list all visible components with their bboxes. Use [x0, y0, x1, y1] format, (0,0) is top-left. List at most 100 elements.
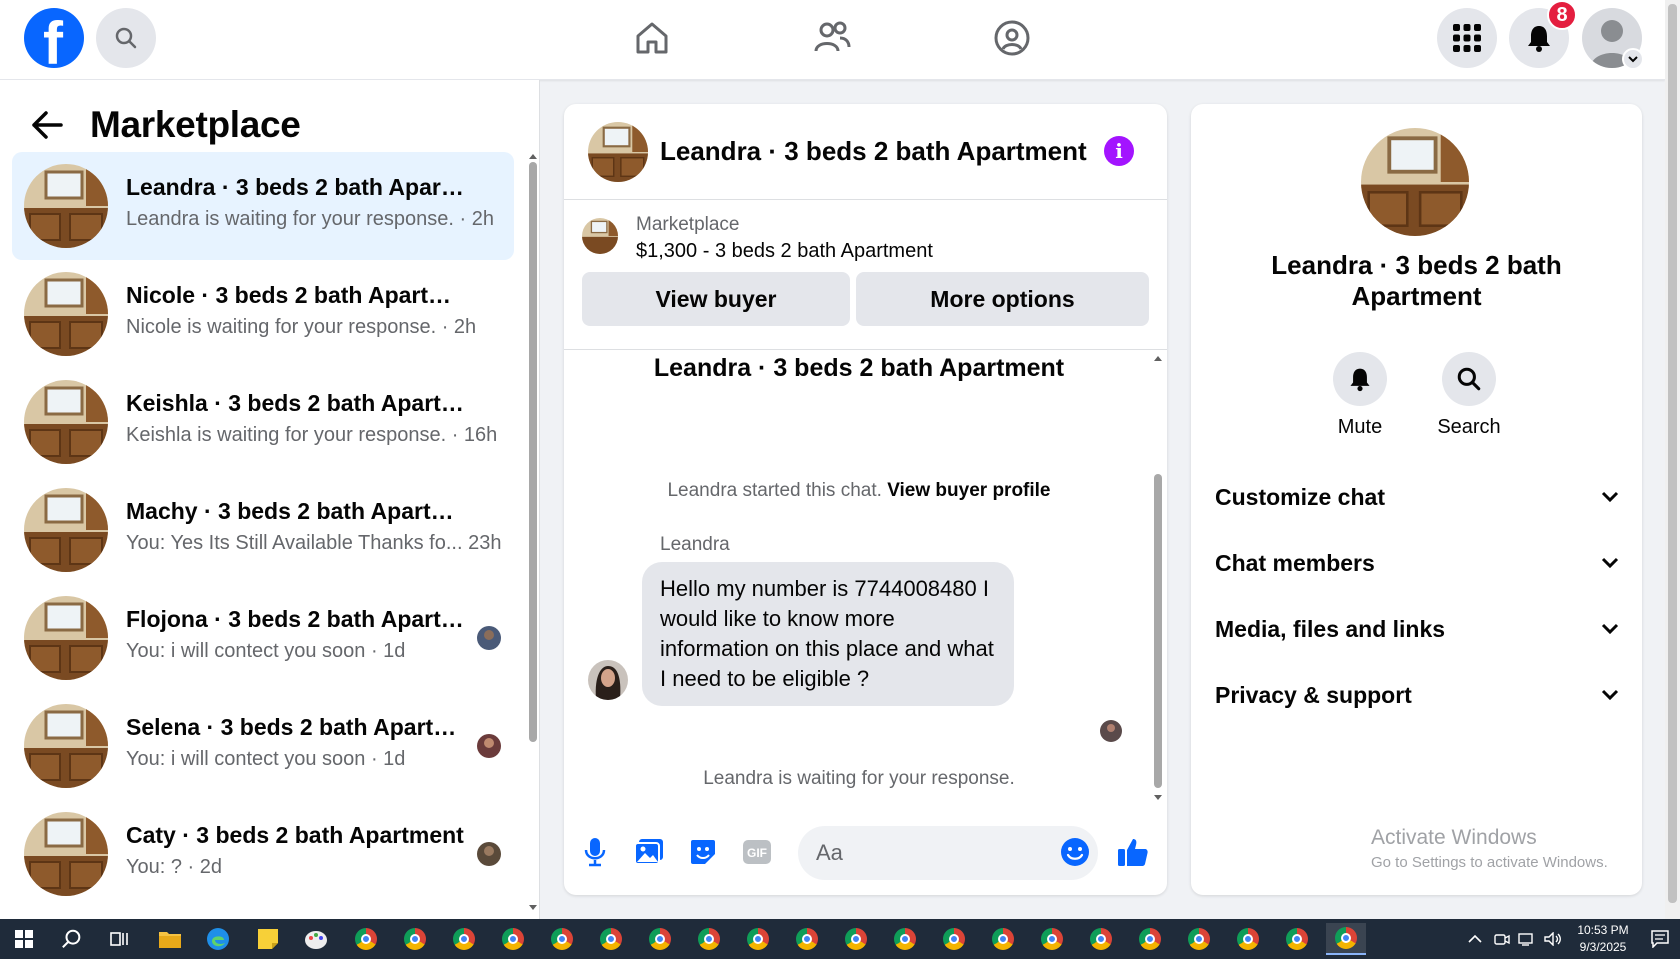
emoji-button[interactable] [1058, 835, 1092, 869]
chrome-window[interactable] [885, 923, 925, 955]
conversation-item[interactable]: Flojona · 3 beds 2 bath Apartm... You: i… [12, 584, 514, 692]
listing-summary: Marketplace $1,300 - 3 beds 2 bath Apart… [564, 200, 1167, 350]
chrome-window[interactable] [1081, 923, 1121, 955]
conversation-name: Keishla · 3 beds 2 bath Apartment [126, 390, 466, 416]
chat-thumbnail[interactable] [588, 122, 648, 182]
start-button[interactable] [4, 923, 44, 955]
account-menu-toggle[interactable] [1622, 48, 1644, 70]
photo-icon [634, 839, 663, 865]
conversation-item[interactable]: Keishla · 3 beds 2 bath Apartment Keishl… [12, 368, 514, 476]
facebook-logo[interactable]: f [24, 8, 84, 68]
nav-friends[interactable] [810, 16, 854, 60]
mute-action[interactable]: Mute [1315, 352, 1405, 439]
chat-members-section[interactable]: Chat members [1215, 538, 1619, 588]
notification-center-button[interactable] [1640, 923, 1680, 955]
scroll-up-arrow-icon[interactable] [528, 152, 538, 160]
search-button[interactable] [96, 8, 156, 68]
chrome-window[interactable] [542, 923, 582, 955]
sticky-note-icon [258, 929, 278, 949]
privacy-support-section[interactable]: Privacy & support [1215, 670, 1619, 720]
media-files-links-section[interactable]: Media, files and links [1215, 604, 1619, 654]
chrome-window[interactable] [689, 923, 729, 955]
chrome-window[interactable] [934, 923, 974, 955]
conversation-item[interactable]: Machy · 3 beds 2 bath Apartment You: Yes… [12, 476, 514, 584]
conversation-item[interactable]: Nicole · 3 beds 2 bath Apartment Nicole … [12, 260, 514, 368]
taskbar-search[interactable] [52, 923, 92, 955]
sidebar-scrollbar[interactable] [528, 152, 538, 912]
edge-taskbar[interactable] [198, 923, 238, 955]
chevron-up-icon[interactable] [1468, 934, 1482, 944]
volume-icon[interactable] [1544, 932, 1562, 946]
chrome-window[interactable] [1277, 923, 1317, 955]
chrome-window[interactable] [787, 923, 827, 955]
conversation-item[interactable]: Leandra · 3 beds 2 bath Apartment Leandr… [12, 152, 514, 260]
network-icon[interactable] [1518, 932, 1536, 946]
chrome-window[interactable] [738, 923, 778, 955]
chevron-down-icon [1601, 689, 1619, 701]
voice-clip-button[interactable] [578, 835, 612, 869]
menu-button[interactable] [1437, 8, 1497, 68]
message-bubble[interactable]: Hello my number is 7744008480 I would li… [642, 562, 1014, 706]
chrome-window[interactable] [1032, 923, 1072, 955]
chrome-icon [1335, 927, 1357, 949]
file-explorer-taskbar[interactable] [150, 923, 190, 955]
sender-avatar[interactable] [588, 660, 628, 700]
scroll-up-arrow-icon[interactable] [1152, 354, 1164, 362]
chrome-window[interactable] [444, 923, 484, 955]
conversation-item[interactable]: Caty · 3 beds 2 bath Apartment You: ? · … [12, 800, 514, 908]
nav-home[interactable] [630, 16, 674, 60]
seen-avatar [477, 734, 501, 758]
conversation-name: Machy · 3 beds 2 bath Apartment [126, 498, 466, 524]
meet-now-icon[interactable] [1494, 932, 1510, 946]
chevron-down-icon [1601, 557, 1619, 569]
nav-groups[interactable] [990, 16, 1034, 60]
chrome-window[interactable] [983, 923, 1023, 955]
view-buyer-button[interactable]: View buyer [582, 272, 850, 326]
conversation-item[interactable]: Selena · 3 beds 2 bath Apartm... You: i … [12, 692, 514, 800]
chrome-window[interactable] [395, 923, 435, 955]
info-icon[interactable]: i [1104, 136, 1134, 166]
scroll-down-arrow-icon[interactable] [528, 904, 538, 912]
message-input[interactable] [798, 826, 1098, 880]
sticky-notes-taskbar[interactable] [248, 923, 288, 955]
view-buyer-profile-link[interactable]: View buyer profile [887, 480, 1050, 501]
conversation-name: Selena · 3 beds 2 bath Apartm... [126, 714, 466, 740]
chat-scrollbar[interactable] [1152, 350, 1164, 805]
chrome-window[interactable] [836, 923, 876, 955]
chrome-window[interactable] [346, 923, 386, 955]
gif-button[interactable]: GIF [740, 835, 774, 869]
page-scrollbar[interactable] [1665, 0, 1680, 919]
like-button[interactable] [1116, 835, 1150, 869]
sticker-button[interactable] [686, 835, 720, 869]
chrome-window[interactable] [493, 923, 533, 955]
listing-price[interactable]: $1,300 - 3 beds 2 bath Apartment [636, 240, 933, 263]
chrome-window[interactable] [591, 923, 631, 955]
chrome-window[interactable] [640, 923, 680, 955]
back-arrow-icon[interactable] [30, 110, 64, 140]
chrome-window[interactable] [1228, 923, 1268, 955]
paint-taskbar[interactable] [296, 923, 336, 955]
page-title: Marketplace [90, 104, 301, 145]
more-options-button[interactable]: More options [856, 272, 1149, 326]
search-action[interactable]: Search [1424, 352, 1514, 439]
chat-title[interactable]: Leandra · 3 beds 2 bath Apartment [660, 136, 1087, 167]
chrome-icon [600, 928, 622, 950]
task-view-button[interactable] [100, 923, 140, 955]
chat-scroll-thumb[interactable] [1154, 474, 1162, 788]
chrome-window-active[interactable] [1326, 923, 1366, 955]
customize-chat-section[interactable]: Customize chat [1215, 472, 1619, 522]
chrome-window[interactable] [1179, 923, 1219, 955]
message-thread: Leandra · 3 beds 2 bath Apartment Leandr… [564, 350, 1167, 805]
chevron-down-icon [1628, 56, 1638, 63]
chat-bubble-icon [1651, 930, 1669, 948]
conversation-image [1361, 128, 1469, 236]
mute-label: Mute [1337, 416, 1383, 438]
sidebar-scroll-thumb[interactable] [529, 162, 537, 742]
taskbar-clock[interactable]: 10:53 PM 9/3/2025 [1568, 922, 1638, 956]
attach-photo-button[interactable] [632, 835, 666, 869]
chrome-icon [502, 928, 524, 950]
page-scroll-thumb[interactable] [1668, 4, 1677, 903]
chrome-icon [1041, 928, 1063, 950]
chrome-window[interactable] [1130, 923, 1170, 955]
scroll-down-arrow-icon[interactable] [1152, 794, 1164, 802]
